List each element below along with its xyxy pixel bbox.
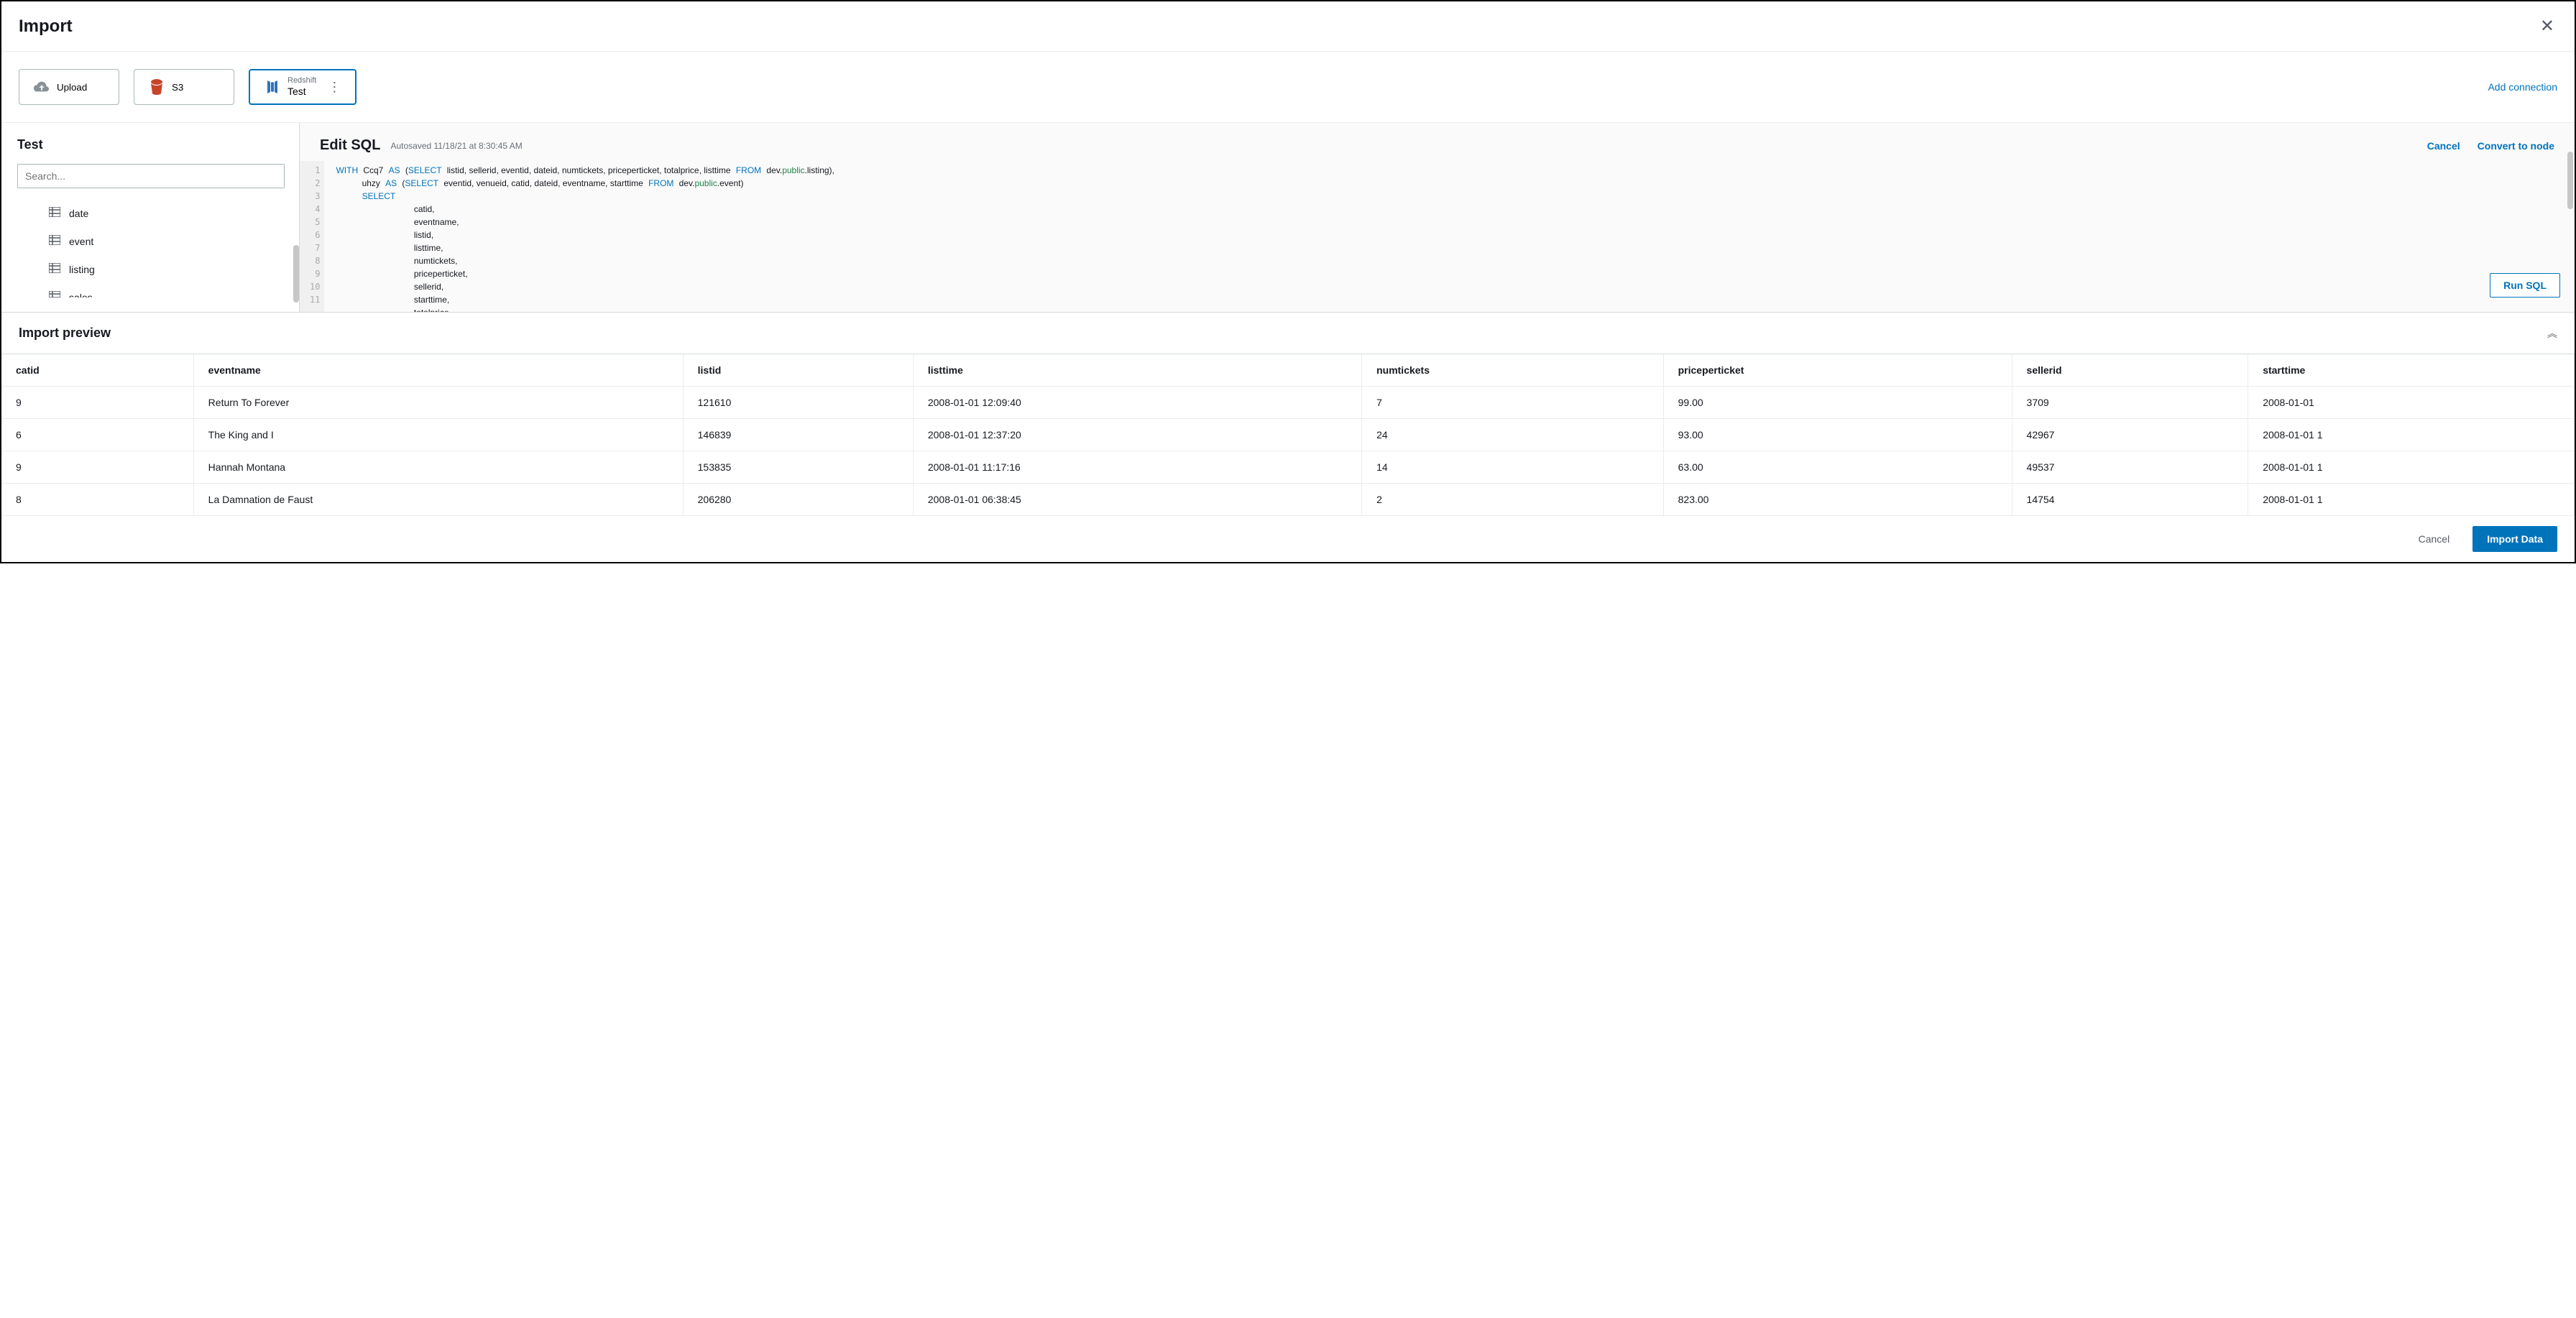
close-icon: ✕ bbox=[2540, 17, 2554, 36]
col-listtime: listtime bbox=[913, 354, 1361, 387]
editor-scrollbar[interactable] bbox=[2567, 152, 2573, 209]
table-icon bbox=[49, 291, 60, 298]
convert-to-node-button[interactable]: Convert to node bbox=[2478, 140, 2554, 152]
table-row: 9Hannah Montana1538352008-01-01 11:17:16… bbox=[1, 451, 2575, 484]
col-eventname: eventname bbox=[193, 354, 683, 387]
modal-title: Import bbox=[19, 17, 73, 37]
upload-label: Upload bbox=[57, 82, 87, 93]
col-listid: listid bbox=[683, 354, 913, 387]
table-row: 6The King and I1468392008-01-01 12:37:20… bbox=[1, 419, 2575, 451]
table-icon bbox=[49, 263, 60, 275]
chevron-collapse-icon[interactable]: ︽ bbox=[2547, 326, 2557, 341]
table-name: date bbox=[69, 208, 88, 219]
editor-title: Edit SQL bbox=[320, 137, 380, 154]
table-row: 8La Damnation de Faust2062802008-01-01 0… bbox=[1, 484, 2575, 516]
table-item-sales[interactable]: sales bbox=[17, 284, 280, 298]
sidebar-scrollbar[interactable] bbox=[293, 245, 299, 303]
redshift-icon bbox=[264, 79, 280, 95]
sql-editor[interactable]: 1234567891011 WITH Ccq7 AS (SELECT listi… bbox=[300, 161, 2575, 312]
upload-source-button[interactable]: Upload bbox=[19, 69, 119, 105]
close-button[interactable]: ✕ bbox=[2537, 13, 2557, 40]
add-connection-link[interactable]: Add connection bbox=[2488, 81, 2557, 93]
preview-title: Import preview bbox=[19, 326, 111, 341]
editor-cancel-button[interactable]: Cancel bbox=[2427, 140, 2460, 152]
table-row: 9Return To Forever1216102008-01-01 12:09… bbox=[1, 387, 2575, 419]
col-priceperticket: priceperticket bbox=[1663, 354, 2012, 387]
table-icon bbox=[49, 207, 60, 219]
table-icon bbox=[49, 235, 60, 247]
connection-title: Test bbox=[17, 137, 283, 152]
table-name: event bbox=[69, 236, 93, 247]
redshift-source-button[interactable]: Redshift Test ⋮ bbox=[249, 69, 356, 105]
table-item-listing[interactable]: listing bbox=[17, 256, 280, 282]
table-item-event[interactable]: event bbox=[17, 228, 280, 254]
table-search-input[interactable] bbox=[17, 164, 285, 188]
redshift-subtitle: Redshift bbox=[288, 76, 316, 86]
sql-code[interactable]: WITH Ccq7 AS (SELECT listid, sellerid, e… bbox=[324, 161, 2575, 312]
line-gutter: 1234567891011 bbox=[300, 161, 324, 312]
col-starttime: starttime bbox=[2248, 354, 2575, 387]
s3-bucket-icon bbox=[149, 79, 165, 95]
col-sellerid: sellerid bbox=[2012, 354, 2248, 387]
preview-table: catideventnamelistidlisttimenumticketspr… bbox=[1, 354, 2575, 516]
col-catid: catid bbox=[1, 354, 193, 387]
source-bar: Upload S3 Redshift Test ⋮ Add connection bbox=[1, 52, 2575, 123]
kebab-icon[interactable]: ⋮ bbox=[328, 80, 341, 95]
tables-list: dateeventlistingsalesusers bbox=[17, 200, 283, 298]
run-sql-button[interactable]: Run SQL bbox=[2490, 273, 2560, 298]
table-name: listing bbox=[69, 264, 95, 275]
s3-source-button[interactable]: S3 bbox=[134, 69, 234, 105]
table-item-date[interactable]: date bbox=[17, 200, 280, 226]
footer-cancel-button[interactable]: Cancel bbox=[2409, 526, 2460, 552]
autosave-status: Autosaved 11/18/21 at 8:30:45 AM bbox=[390, 141, 522, 151]
s3-label: S3 bbox=[172, 82, 183, 93]
table-name: sales bbox=[69, 292, 93, 298]
cloud-upload-icon bbox=[34, 79, 50, 95]
col-numtickets: numtickets bbox=[1362, 354, 1664, 387]
redshift-title: Test bbox=[288, 86, 306, 98]
import-data-button[interactable]: Import Data bbox=[2472, 526, 2557, 552]
